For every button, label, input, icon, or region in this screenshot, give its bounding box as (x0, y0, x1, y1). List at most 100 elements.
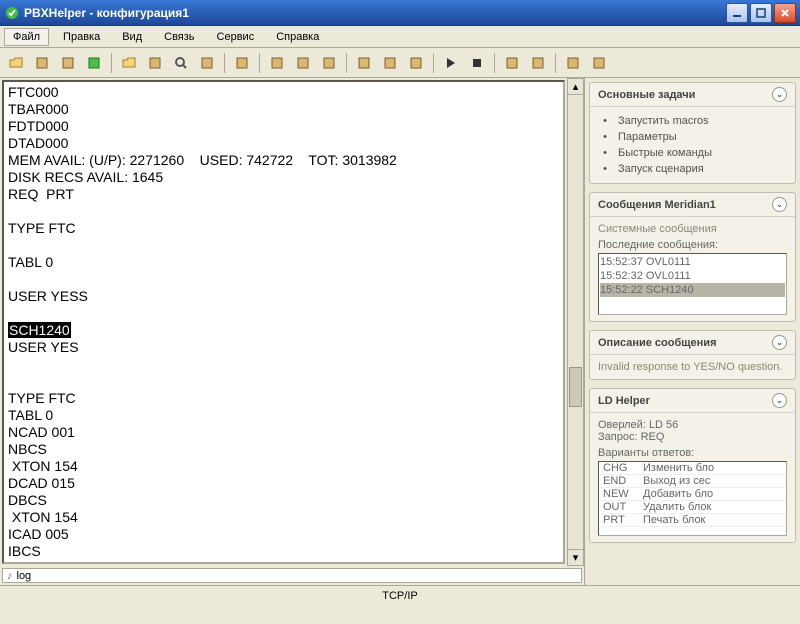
panel-desc-title: Описание сообщения (598, 337, 717, 349)
messages-list[interactable]: 15:52:37 OVL011115:52:32 OVL011115:52:22… (598, 253, 787, 315)
ld-variants-table[interactable]: CHGИзменить блоENDВыход из сесNEWДобавит… (598, 461, 787, 536)
terminal-line: TABL 0 (8, 254, 559, 271)
folder-icon[interactable] (117, 51, 141, 75)
ld-row[interactable]: ENDВыход из сес (599, 475, 786, 488)
title-bar: PBXHelper - конфигурация1 (0, 0, 800, 26)
open-file-icon[interactable] (4, 51, 28, 75)
task-link[interactable]: • Параметры (598, 129, 787, 145)
task-link[interactable]: • Запустить macros (598, 113, 787, 129)
wand-icon: • (598, 115, 612, 127)
window-title: PBXHelper - конфигурация1 (24, 6, 726, 20)
task-label: Запустить macros (618, 115, 709, 127)
collapse-icon[interactable]: ⌄ (772, 393, 787, 408)
message-row[interactable]: 15:52:37 OVL0111 (600, 255, 785, 269)
ld-overlay-row: Оверлей: LD 56 (598, 419, 787, 431)
book3-icon[interactable] (404, 51, 428, 75)
task-label: Быстрые команды (618, 147, 712, 159)
command-text: log (17, 570, 32, 582)
menu-help[interactable]: Справка (268, 29, 327, 45)
collapse-icon[interactable]: ⌄ (772, 87, 787, 102)
panel-messages-title: Сообщения Meridian1 (598, 199, 716, 211)
recent-label: Последние сообщения: (598, 239, 787, 251)
task-link[interactable]: •Быстрые команды (598, 145, 787, 161)
panel-messages: Сообщения Meridian1 ⌄ Системные сообщени… (589, 192, 796, 322)
menu-bar: Файл Правка Вид Связь Сервис Справка (0, 26, 800, 48)
status-bar: TCP/IP (0, 585, 800, 605)
script-icon[interactable] (230, 51, 254, 75)
task-label: Параметры (618, 131, 677, 143)
panel-ldhelper: LD Helper ⌄ Оверлей: LD 56 Запрос: REQ В… (589, 388, 796, 543)
command-input[interactable]: ♪ log (2, 568, 582, 583)
terminal-line: USER YESS (8, 288, 559, 305)
terminal-line: XTON 154 (8, 458, 559, 475)
doc3-icon[interactable] (317, 51, 341, 75)
collapse-icon[interactable]: ⌄ (772, 197, 787, 212)
menu-connect[interactable]: Связь (156, 29, 202, 45)
terminal-line: USER YES (8, 339, 559, 356)
menu-view[interactable]: Вид (114, 29, 150, 45)
terminal-line: NCAD 001 (8, 424, 559, 441)
properties-icon[interactable] (30, 51, 54, 75)
terminal-line: DTAD000 (8, 135, 559, 152)
side-panel: Основные задачи ⌄ • Запустить macros • Пара… (585, 78, 800, 585)
doc2-icon[interactable] (291, 51, 315, 75)
terminal-line: DISK RECS AVAIL: 1645 (8, 169, 559, 186)
app-icon (4, 5, 20, 21)
panel-tasks: Основные задачи ⌄ • Запустить macros • Пара… (589, 82, 796, 184)
status-text: TCP/IP (382, 590, 417, 602)
toolbar (0, 48, 800, 78)
minimize-button[interactable] (726, 3, 748, 23)
terminal-line: TYPE FTC (8, 390, 559, 407)
menu-file[interactable]: Файл (4, 28, 49, 46)
terminal-line: FTC000 (8, 84, 559, 101)
terminal-output[interactable]: FTC000TBAR000FDTD000DTAD000MEM AVAIL: (U… (2, 80, 565, 564)
terminal-line: DCAD 015 (8, 475, 559, 492)
ld-row[interactable]: CHGИзменить бло (599, 462, 786, 475)
stop-icon[interactable] (465, 51, 489, 75)
terminal-line (8, 203, 559, 220)
terminal-line (8, 237, 559, 254)
task-link[interactable]: • Запуск сценария (598, 161, 787, 177)
play-icon[interactable] (439, 51, 463, 75)
book1-icon[interactable] (352, 51, 376, 75)
connect-icon[interactable] (56, 51, 80, 75)
terminal-line: XTON 154 (8, 509, 559, 526)
close-button[interactable] (774, 3, 796, 23)
terminal-line: TYPE FTC (8, 220, 559, 237)
ld-row[interactable]: NEWДобавить бло (599, 488, 786, 501)
terminal-line: DBCS (8, 492, 559, 509)
find-icon[interactable] (169, 51, 193, 75)
message-row[interactable]: 15:52:22 SCH1240 (600, 283, 785, 297)
message-row[interactable]: 15:52:32 OVL0111 (600, 269, 785, 283)
disconnect-icon[interactable] (82, 51, 106, 75)
panel-description: Описание сообщения ⌄ Invalid response to… (589, 330, 796, 380)
copy-icon[interactable] (143, 51, 167, 75)
terminal-line-highlight: SCH1240 (8, 322, 559, 339)
ld-row[interactable]: PRTПечать блок (599, 514, 786, 527)
menu-edit[interactable]: Правка (55, 29, 108, 45)
terminal-line: FDTD000 (8, 118, 559, 135)
play-icon: • (598, 163, 612, 175)
terminal-line (8, 305, 559, 322)
ld-variants-label: Варианты ответов: (598, 447, 787, 459)
help1-icon[interactable] (561, 51, 585, 75)
maximize-button[interactable] (750, 3, 772, 23)
tools-icon: • (598, 131, 612, 143)
panel-ld-title: LD Helper (598, 395, 650, 407)
terminal-line: REQ PRT (8, 186, 559, 203)
doc1-icon[interactable] (265, 51, 289, 75)
panel-tasks-title: Основные задачи (598, 89, 695, 101)
terminal-scrollbar[interactable]: ▴ ▾ (567, 78, 584, 566)
refresh-icon[interactable] (195, 51, 219, 75)
collapse-icon[interactable]: ⌄ (772, 335, 787, 350)
book2-icon[interactable] (378, 51, 402, 75)
terminal-line (8, 271, 559, 288)
ld-row[interactable]: OUTУдалить блок (599, 501, 786, 514)
ld-request-row: Запрос: REQ (598, 431, 787, 443)
menu-service[interactable]: Сервис (209, 29, 263, 45)
help2-icon[interactable] (587, 51, 611, 75)
task-label: Запуск сценария (618, 163, 704, 175)
tool1-icon[interactable] (500, 51, 524, 75)
messages-subtitle: Системные сообщения (598, 223, 787, 235)
tool2-icon[interactable] (526, 51, 550, 75)
